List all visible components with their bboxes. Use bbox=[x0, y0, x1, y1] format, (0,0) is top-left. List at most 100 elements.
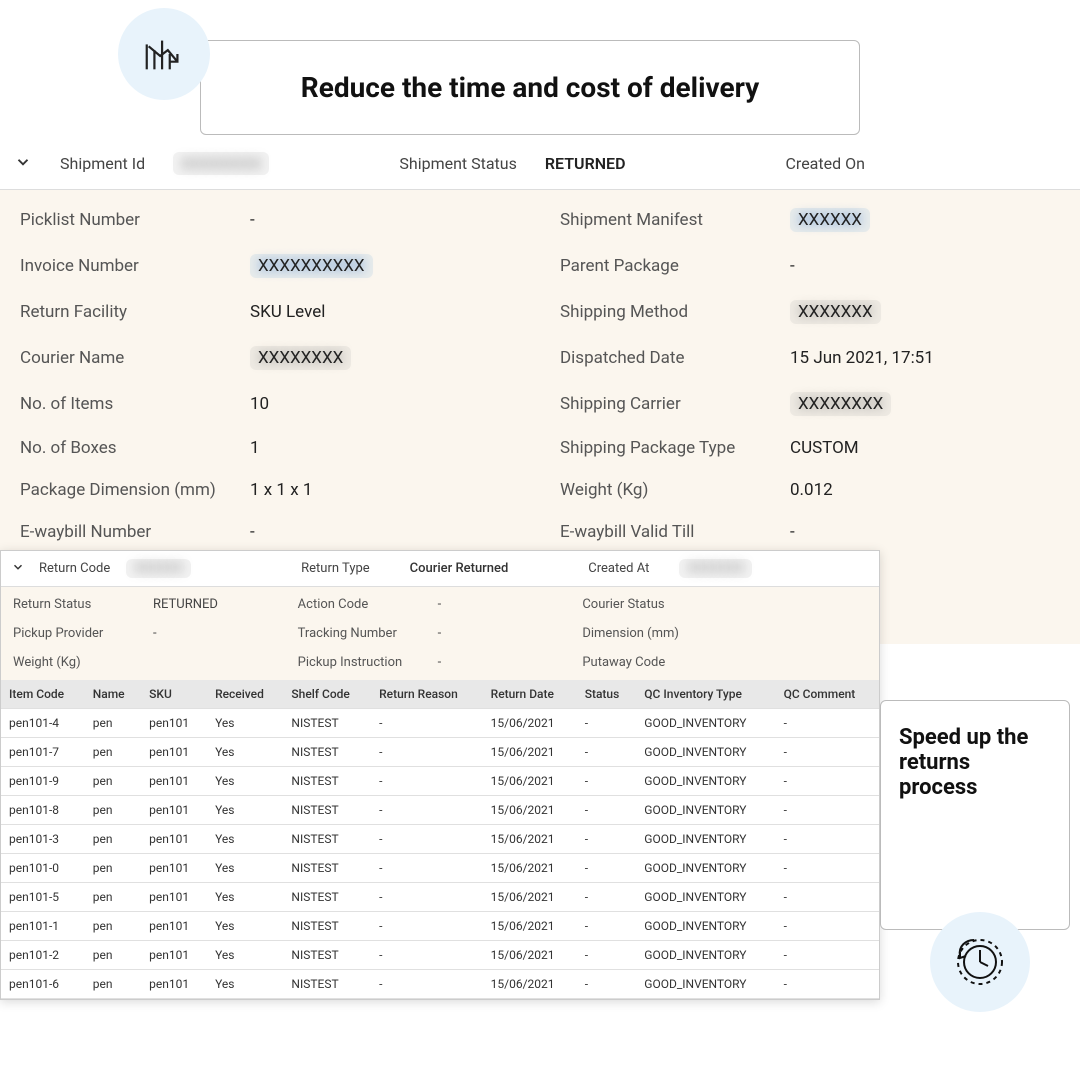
table-cell: - bbox=[371, 854, 483, 883]
speed-up-card: Speed up the returns process bbox=[880, 700, 1070, 930]
return-body-row: Return StatusRETURNED bbox=[13, 597, 298, 612]
table-cell: 15/06/2021 bbox=[483, 883, 577, 912]
chevron-down-icon[interactable] bbox=[14, 153, 32, 175]
table-cell: 15/06/2021 bbox=[483, 941, 577, 970]
table-cell: NISTEST bbox=[283, 796, 371, 825]
return-body-label: Weight (Kg) bbox=[13, 655, 153, 670]
return-body-row: Pickup Provider- bbox=[13, 626, 298, 641]
table-cell: pen bbox=[85, 767, 141, 796]
detail-row: Courier NameXXXXXXXX bbox=[20, 346, 520, 370]
table-cell: 15/06/2021 bbox=[483, 912, 577, 941]
table-cell: NISTEST bbox=[283, 709, 371, 738]
table-row[interactable]: pen101-7penpen101YesNISTEST-15/06/2021-G… bbox=[1, 738, 879, 767]
return-code-value: XXXXXX bbox=[126, 559, 191, 578]
table-header-cell: QC Comment bbox=[776, 680, 879, 709]
table-cell: Yes bbox=[207, 709, 283, 738]
table-cell: pen101 bbox=[141, 883, 207, 912]
table-cell: - bbox=[776, 738, 879, 767]
table-row[interactable]: pen101-5penpen101YesNISTEST-15/06/2021-G… bbox=[1, 883, 879, 912]
chevron-down-icon[interactable] bbox=[11, 560, 25, 578]
table-cell: GOOD_INVENTORY bbox=[636, 941, 775, 970]
return-body-label: Action Code bbox=[298, 597, 438, 612]
table-cell: - bbox=[577, 796, 637, 825]
return-body-row: Action Code- bbox=[298, 597, 583, 612]
table-cell: NISTEST bbox=[283, 970, 371, 999]
detail-value: XXXXXX bbox=[790, 208, 870, 232]
table-cell: - bbox=[371, 941, 483, 970]
table-cell: - bbox=[776, 709, 879, 738]
detail-value: 15 Jun 2021, 17:51 bbox=[790, 348, 934, 368]
table-cell: Yes bbox=[207, 738, 283, 767]
table-cell: - bbox=[371, 883, 483, 912]
table-cell: NISTEST bbox=[283, 941, 371, 970]
return-body-label: Tracking Number bbox=[298, 626, 438, 641]
table-row[interactable]: pen101-9penpen101YesNISTEST-15/06/2021-G… bbox=[1, 767, 879, 796]
table-cell: - bbox=[371, 825, 483, 854]
table-cell: 15/06/2021 bbox=[483, 767, 577, 796]
table-cell: GOOD_INVENTORY bbox=[636, 912, 775, 941]
table-row[interactable]: pen101-0penpen101YesNISTEST-15/06/2021-G… bbox=[1, 854, 879, 883]
return-body-value: - bbox=[438, 655, 442, 670]
shipment-status-value: RETURNED bbox=[545, 154, 626, 173]
return-body-label: Dimension (mm) bbox=[582, 626, 722, 641]
detail-label: Package Dimension (mm) bbox=[20, 480, 250, 500]
table-cell: pen bbox=[85, 883, 141, 912]
detail-label: Return Facility bbox=[20, 302, 250, 322]
table-cell: - bbox=[776, 825, 879, 854]
table-cell: pen101 bbox=[141, 854, 207, 883]
table-cell: 15/06/2021 bbox=[483, 825, 577, 854]
detail-row: No. of Items10 bbox=[20, 392, 520, 416]
detail-label: Shipping Carrier bbox=[560, 394, 790, 414]
detail-value: - bbox=[250, 522, 255, 542]
table-cell: Yes bbox=[207, 941, 283, 970]
shipment-id-value: XXXXXXXX bbox=[173, 152, 269, 175]
table-cell: - bbox=[371, 912, 483, 941]
detail-value: CUSTOM bbox=[790, 438, 859, 458]
table-cell: - bbox=[776, 941, 879, 970]
detail-value: XXXXXXX bbox=[790, 300, 881, 324]
detail-row: E-waybill Valid Till- bbox=[560, 522, 1060, 542]
table-cell: pen bbox=[85, 825, 141, 854]
return-type-value: Courier Returned bbox=[410, 561, 509, 576]
table-row[interactable]: pen101-6penpen101YesNISTEST-15/06/2021-G… bbox=[1, 970, 879, 999]
table-cell: pen bbox=[85, 941, 141, 970]
shipment-header: Shipment Id XXXXXXXX Shipment Status RET… bbox=[0, 138, 1080, 190]
table-cell: Yes bbox=[207, 825, 283, 854]
return-created-label: Created At bbox=[588, 561, 649, 576]
table-header-cell: Shelf Code bbox=[283, 680, 371, 709]
items-table: Item CodeNameSKUReceivedShelf CodeReturn… bbox=[1, 680, 879, 999]
table-cell: Yes bbox=[207, 767, 283, 796]
detail-value: - bbox=[250, 210, 255, 230]
table-row[interactable]: pen101-8penpen101YesNISTEST-15/06/2021-G… bbox=[1, 796, 879, 825]
return-body-row: Weight (Kg) bbox=[13, 655, 298, 670]
detail-value: - bbox=[790, 522, 795, 542]
table-row[interactable]: pen101-2penpen101YesNISTEST-15/06/2021-G… bbox=[1, 941, 879, 970]
return-body-label: Return Status bbox=[13, 597, 153, 612]
table-cell: - bbox=[371, 738, 483, 767]
speed-up-text: Speed up the returns process bbox=[899, 725, 1051, 800]
detail-value: - bbox=[790, 256, 795, 276]
table-cell: - bbox=[577, 912, 637, 941]
table-row[interactable]: pen101-1penpen101YesNISTEST-15/06/2021-G… bbox=[1, 912, 879, 941]
detail-label: E-waybill Valid Till bbox=[560, 522, 790, 542]
table-cell: pen101-5 bbox=[1, 883, 85, 912]
table-cell: - bbox=[577, 941, 637, 970]
table-cell: pen101-9 bbox=[1, 767, 85, 796]
detail-value: 1 x 1 x 1 bbox=[250, 480, 312, 500]
table-cell: pen101 bbox=[141, 796, 207, 825]
detail-label: Shipment Manifest bbox=[560, 210, 790, 230]
return-body-label: Putaway Code bbox=[582, 655, 722, 670]
table-cell: - bbox=[371, 709, 483, 738]
table-row[interactable]: pen101-4penpen101YesNISTEST-15/06/2021-G… bbox=[1, 709, 879, 738]
table-cell: 15/06/2021 bbox=[483, 970, 577, 999]
detail-row: Shipping CarrierXXXXXXXX bbox=[560, 392, 1060, 416]
table-cell: 15/06/2021 bbox=[483, 854, 577, 883]
table-row[interactable]: pen101-3penpen101YesNISTEST-15/06/2021-G… bbox=[1, 825, 879, 854]
table-cell: Yes bbox=[207, 796, 283, 825]
table-cell: NISTEST bbox=[283, 738, 371, 767]
table-cell: pen101-6 bbox=[1, 970, 85, 999]
return-code-label: Return Code bbox=[39, 561, 110, 576]
detail-label: No. of Boxes bbox=[20, 438, 250, 458]
table-header-row: Item CodeNameSKUReceivedShelf CodeReturn… bbox=[1, 680, 879, 709]
return-body-row: Dimension (mm) bbox=[582, 626, 867, 641]
